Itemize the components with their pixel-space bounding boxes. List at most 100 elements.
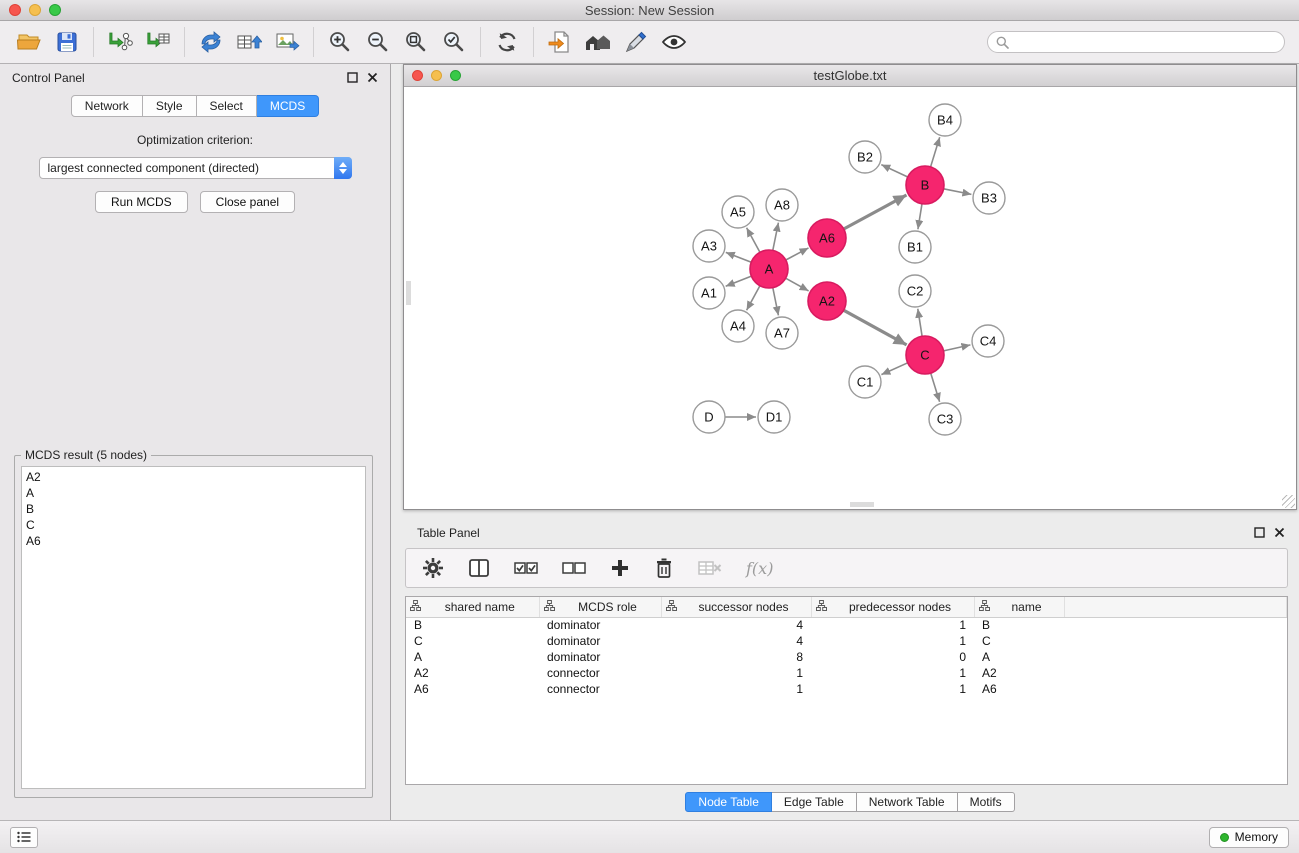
node-B3[interactable]: B3 — [973, 182, 1005, 214]
zoom-fit-button[interactable] — [397, 24, 435, 60]
edge-A-A3[interactable] — [726, 252, 752, 262]
optimization-dropdown[interactable]: largest connected component (directed) — [39, 157, 352, 179]
tab-edge-table[interactable]: Edge Table — [772, 792, 857, 812]
table-row[interactable]: Cdominator41C — [406, 633, 1287, 649]
tab-network[interactable]: Network — [71, 95, 143, 117]
table-row[interactable]: A6connector11A6 — [406, 681, 1287, 697]
table-row[interactable]: A2connector11A2 — [406, 665, 1287, 681]
close-panel-button[interactable]: Close panel — [200, 191, 295, 213]
edge-A-A4[interactable] — [747, 286, 760, 311]
tab-select[interactable]: Select — [197, 95, 257, 117]
table-cell[interactable]: 4 — [661, 617, 811, 633]
node-table[interactable]: shared nameMCDS rolesuccessor nodesprede… — [405, 596, 1288, 785]
column-header-mcds-role[interactable]: MCDS role — [539, 597, 661, 617]
table-cell[interactable]: 1 — [661, 665, 811, 681]
node-D1[interactable]: D1 — [758, 401, 790, 433]
table-cell[interactable]: B — [974, 617, 1064, 633]
import-table-button[interactable] — [139, 24, 177, 60]
edge-B-B2[interactable] — [881, 165, 908, 177]
table-cell[interactable]: A6 — [974, 681, 1064, 697]
export-image-button[interactable] — [268, 24, 306, 60]
node-C1[interactable]: C1 — [849, 366, 881, 398]
edge-C-C3[interactable] — [931, 373, 940, 402]
table-cell[interactable]: 1 — [811, 681, 974, 697]
zoom-window-button[interactable] — [49, 4, 61, 16]
node-A8[interactable]: A8 — [766, 189, 798, 221]
table-row[interactable]: Adominator80A — [406, 649, 1287, 665]
tab-node-table[interactable]: Node Table — [685, 792, 772, 812]
edge-C-C2[interactable] — [918, 309, 922, 336]
show-graphics-button[interactable] — [655, 24, 693, 60]
node-B4[interactable]: B4 — [929, 104, 961, 136]
node-A2[interactable]: A2 — [808, 282, 846, 320]
node-B1[interactable]: B1 — [899, 231, 931, 263]
table-cell[interactable]: C — [406, 633, 539, 649]
node-A1[interactable]: A1 — [693, 277, 725, 309]
zoom-network-window-button[interactable] — [450, 70, 461, 81]
delete-column-button[interactable] — [654, 557, 674, 579]
table-cell[interactable]: 0 — [811, 649, 974, 665]
table-cell[interactable]: A2 — [974, 665, 1064, 681]
select-all-button[interactable] — [514, 561, 538, 575]
node-C2[interactable]: C2 — [899, 275, 931, 307]
node-A5[interactable]: A5 — [722, 196, 754, 228]
result-item[interactable]: A — [22, 485, 365, 501]
result-item[interactable]: B — [22, 501, 365, 517]
float-table-panel-icon[interactable] — [1254, 527, 1265, 538]
table-cell[interactable]: dominator — [539, 633, 661, 649]
edge-A6-B[interactable] — [844, 195, 907, 229]
edge-A-A2[interactable] — [786, 278, 809, 291]
table-cell[interactable]: dominator — [539, 649, 661, 665]
search-field[interactable] — [987, 31, 1285, 53]
node-C4[interactable]: C4 — [972, 325, 1004, 357]
canvas-left-scroll-indicator[interactable] — [406, 281, 411, 305]
close-window-button[interactable] — [9, 4, 21, 16]
node-A7[interactable]: A7 — [766, 317, 798, 349]
column-header-successor-nodes[interactable]: successor nodes — [661, 597, 811, 617]
edge-B-B4[interactable] — [931, 137, 940, 167]
table-cell[interactable]: 8 — [661, 649, 811, 665]
apply-style-button[interactable] — [617, 24, 655, 60]
table-cell[interactable]: A2 — [406, 665, 539, 681]
node-A4[interactable]: A4 — [722, 310, 754, 342]
mcds-result-list[interactable]: A2ABCA6 — [21, 466, 366, 789]
home-layout-button[interactable] — [579, 24, 617, 60]
add-column-button[interactable] — [610, 558, 630, 578]
network-canvas[interactable]: B4B2BB3A5A8A6B1A3AC2A1A2A4A7C4CC1DD1C3 — [404, 87, 1296, 509]
table-cell[interactable]: connector — [539, 681, 661, 697]
column-header-predecessor-nodes[interactable]: predecessor nodes — [811, 597, 974, 617]
result-item[interactable]: C — [22, 517, 365, 533]
window-resize-grip[interactable] — [1282, 495, 1295, 508]
minimize-network-window-button[interactable] — [431, 70, 442, 81]
node-D[interactable]: D — [693, 401, 725, 433]
zoom-out-button[interactable] — [359, 24, 397, 60]
table-cell[interactable]: C — [974, 633, 1064, 649]
edge-C-C4[interactable] — [944, 345, 971, 351]
network-graph[interactable]: B4B2BB3A5A8A6B1A3AC2A1A2A4A7C4CC1DD1C3 — [404, 87, 1293, 509]
memory-button[interactable]: Memory — [1209, 827, 1289, 848]
run-mcds-button[interactable]: Run MCDS — [95, 191, 188, 213]
canvas-bottom-scroll-indicator[interactable] — [850, 502, 874, 507]
table-cell[interactable]: B — [406, 617, 539, 633]
node-A[interactable]: A — [750, 250, 788, 288]
show-panels-button[interactable] — [10, 827, 38, 848]
table-cell[interactable]: A — [974, 649, 1064, 665]
import-network-button[interactable] — [101, 24, 139, 60]
close-panel-icon[interactable] — [367, 72, 378, 83]
edge-C-C1[interactable] — [881, 363, 907, 375]
show-columns-button[interactable] — [468, 558, 490, 578]
table-cell[interactable]: 1 — [811, 633, 974, 649]
new-network-button[interactable] — [192, 24, 230, 60]
edge-A2-C[interactable] — [844, 310, 907, 345]
search-input[interactable] — [1014, 35, 1276, 49]
table-cell[interactable]: connector — [539, 665, 661, 681]
node-C[interactable]: C — [906, 336, 944, 374]
edge-A-A8[interactable] — [773, 223, 779, 251]
tab-mcds[interactable]: MCDS — [257, 95, 319, 117]
minimize-window-button[interactable] — [29, 4, 41, 16]
export-document-button[interactable] — [541, 24, 579, 60]
node-B[interactable]: B — [906, 166, 944, 204]
edge-A-A1[interactable] — [726, 276, 752, 286]
result-item[interactable]: A6 — [22, 533, 365, 549]
edge-A-A5[interactable] — [747, 228, 760, 253]
